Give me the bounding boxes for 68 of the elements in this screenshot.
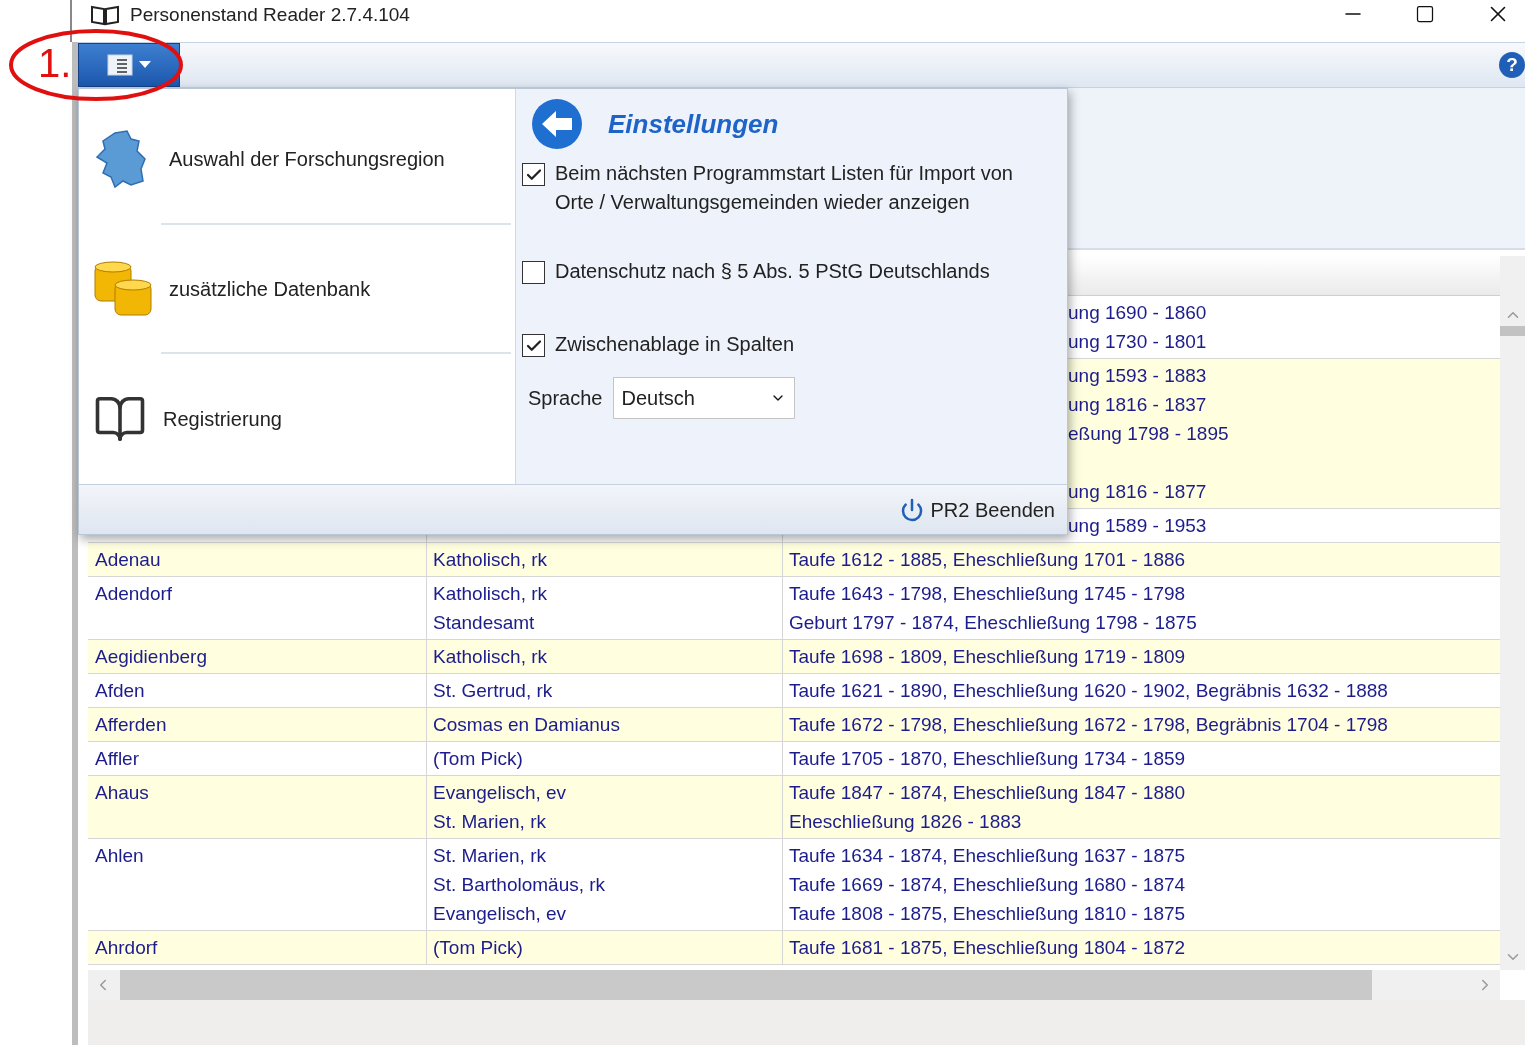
menu-item[interactable]: Registrierung: [79, 354, 515, 484]
table-cell: ung 1816 - 1837: [1068, 394, 1207, 415]
vertical-scrollbar[interactable]: [1500, 296, 1525, 970]
book-logo-icon: [90, 4, 120, 26]
scrollbar-corner: [1500, 256, 1525, 296]
table-cell-text: Afden: [95, 679, 146, 703]
list-icon: [107, 54, 133, 76]
dropdown-triangle-icon: [139, 61, 151, 69]
menu-item[interactable]: Auswahl der Forschungsregion: [79, 95, 515, 223]
table-cell: Taufe 1634 - 1874, Eheschließung 1637 - 1875: [789, 845, 1186, 866]
language-label: Sprache: [528, 386, 603, 411]
table-cell-text: Ahrdorf: [95, 936, 159, 960]
table-cell: Taufe 1672 - 1798, Eheschließung 1672 - 1798, Begräbnis 1704 - 1798: [789, 714, 1388, 735]
table-cell: Taufe 1621 - 1890, Eheschließung 1620 - 1902, Begräbnis 1632 - 1888: [789, 680, 1388, 701]
table-cell-text: Affler: [95, 747, 140, 771]
table-cell-text: Ahaus: [95, 781, 150, 805]
table-cell: Taufe 1698 - 1809, Eheschließung 1719 - 1809: [789, 646, 1186, 667]
table-cell-text: Afferden: [95, 713, 168, 737]
window-title: Personenstand Reader 2.7.4.104: [130, 2, 410, 27]
table-cell-text: Evangelisch, ev: [433, 902, 568, 926]
checkbox[interactable]: [522, 334, 545, 357]
table-cell: ung 1589 - 1953: [1068, 515, 1207, 536]
table-cell: Taufe 1669 - 1874, Eheschließung 1680 - 1874: [789, 874, 1186, 895]
checkbox[interactable]: [522, 163, 545, 186]
option-label: Beim nächsten Programmstart Listen für Import von Orte / Verwaltungsgemeinden wieder anzeigen: [555, 161, 1014, 215]
table-cell-text: Katholisch, rk: [433, 645, 549, 669]
exit-button[interactable]: PR2 Beenden: [900, 494, 1055, 525]
table-cell-text: Standesamt: [433, 611, 536, 635]
table-cell-text: St. Marien, rk: [433, 844, 547, 868]
checkbox[interactable]: [522, 261, 545, 284]
table-cell-text: (Tom Pick): [433, 936, 524, 960]
language-select[interactable]: Deutsch: [612, 377, 795, 419]
table-cell: Eheschließung 1826 - 1883: [789, 811, 1022, 832]
table-cell: ung 1690 - 1860: [1068, 302, 1207, 323]
table-cell: Taufe 1612 - 1885, Eheschließung 1701 - 1886: [789, 549, 1186, 570]
table-cell-text: Cosmas en Damianus: [433, 713, 621, 737]
table-cell: Taufe 1808 - 1875, Eheschließung 1810 - 1875: [789, 903, 1186, 924]
settings-title: Einstellungen: [608, 107, 779, 141]
annotation-label: 1.: [38, 40, 72, 86]
table-cell: Taufe 1847 - 1874, Eheschließung 1847 - 1880: [789, 782, 1186, 803]
table-cell: eßung 1798 - 1895: [1068, 423, 1229, 444]
table-cell-text: Adendorf: [95, 582, 174, 606]
table-cell: Taufe 1705 - 1870, Eheschließung 1734 - 1859: [789, 748, 1186, 769]
table-cell-text: St. Bartholomäus, rk: [433, 873, 607, 897]
table-cell: Taufe 1643 - 1798, Eheschließung 1745 - 1798: [789, 583, 1186, 604]
table-cell-text: (Tom Pick): [433, 747, 524, 771]
help-button[interactable]: ?: [1499, 52, 1525, 78]
table-cell-text: Aegidienberg: [95, 645, 208, 669]
table-cell-text: Adenau: [95, 548, 162, 572]
coins-icon: [93, 258, 153, 319]
scrollbar-thumb[interactable]: [1500, 326, 1525, 336]
table-cell: Taufe 1681 - 1875, Eheschließung 1804 - 1872: [789, 937, 1186, 958]
option-label: Zwischenablage in Spalten: [555, 332, 795, 357]
table-cell: ung 1816 - 1877: [1068, 481, 1207, 502]
table-cell-text: St. Marien, rk: [433, 810, 547, 834]
table-cell: ung 1730 - 1801: [1068, 331, 1207, 352]
table-cell-text: Katholisch, rk: [433, 548, 549, 572]
table-cell: ung 1593 - 1883: [1068, 365, 1207, 386]
power-icon: [900, 497, 925, 522]
app-menu-button[interactable]: [78, 43, 180, 87]
table-cell-text: Ahlen: [95, 844, 145, 868]
menu-item[interactable]: zusätzliche Datenbank: [79, 224, 515, 353]
table-cell: Geburt 1797 - 1874, Eheschließung 1798 - 1875: [789, 612, 1197, 633]
table-cell-text: Katholisch, rk: [433, 582, 549, 606]
maximize-icon[interactable]: [1415, 4, 1435, 24]
option-label: Datenschutz nach § 5 Abs. 5 PStG Deutschlands: [555, 259, 990, 284]
table-cell-text: Evangelisch, ev: [433, 781, 568, 805]
table-cell-text: St. Gertrud, rk: [433, 679, 554, 703]
